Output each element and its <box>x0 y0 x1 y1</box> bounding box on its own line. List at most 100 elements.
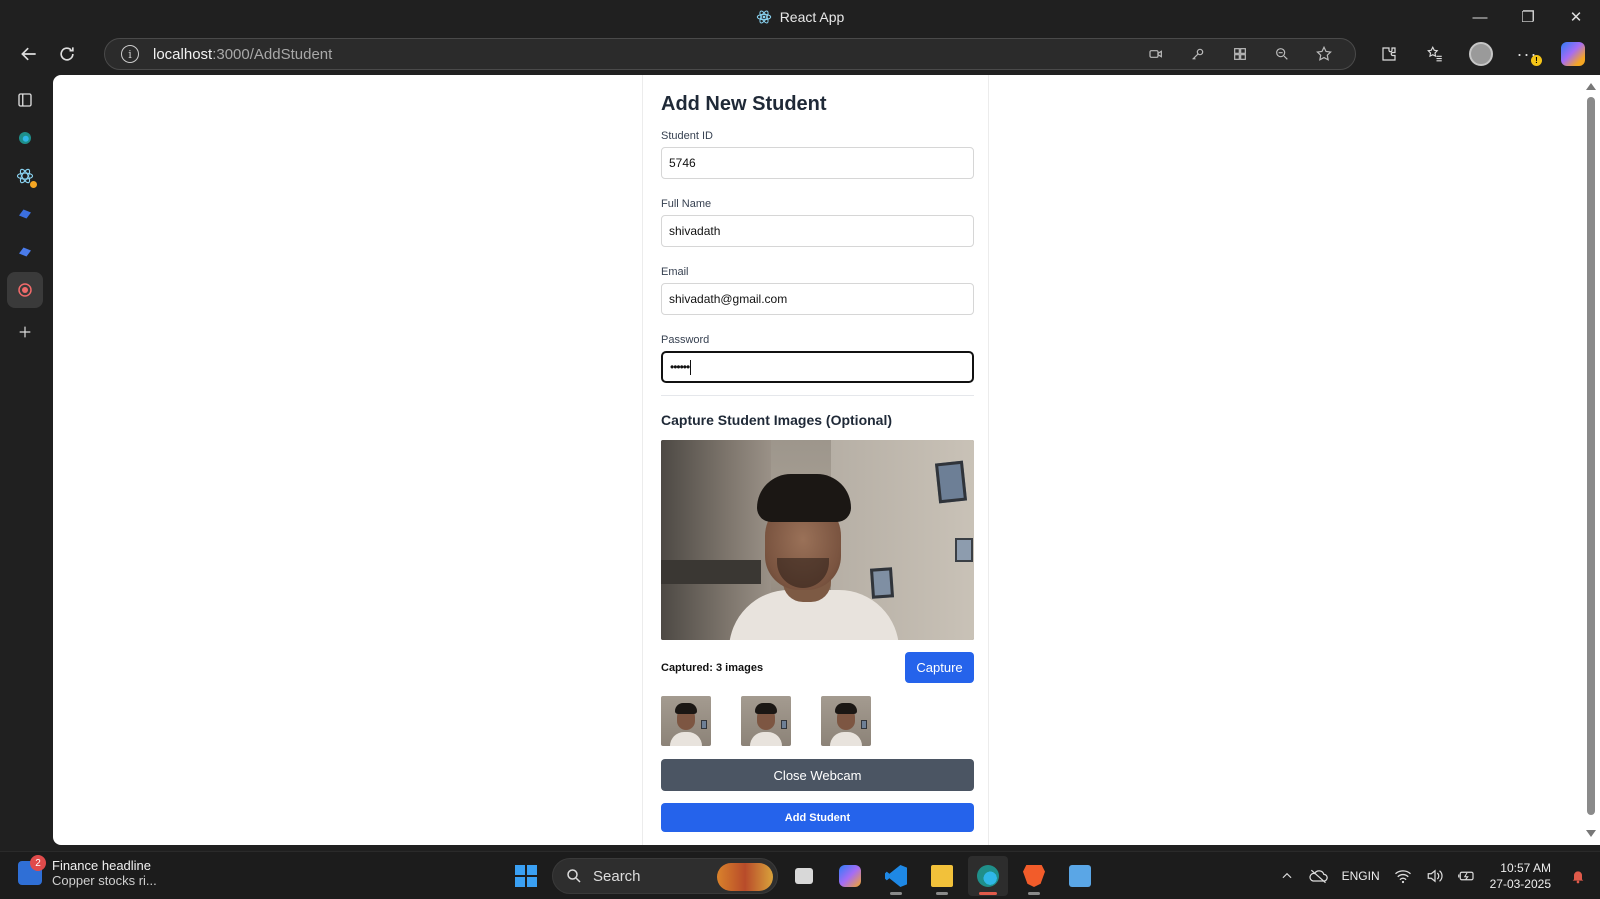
address-bar[interactable]: i localhost:3000/AddStudent <box>104 38 1356 70</box>
search-icon <box>567 869 581 883</box>
email-value: shivadath@gmail.com <box>669 292 788 306</box>
email-label: Email <box>661 266 689 278</box>
news-icon: 2 <box>18 855 46 885</box>
restore-button[interactable]: ❐ <box>1504 0 1552 34</box>
clock-date: 27-03-2025 <box>1489 877 1551 891</box>
react-icon[interactable] <box>7 158 43 194</box>
back-icon[interactable] <box>10 38 48 70</box>
notification-bell-icon[interactable] <box>1563 852 1600 899</box>
wifi-icon[interactable] <box>1387 852 1419 899</box>
refresh-icon[interactable] <box>48 38 86 70</box>
edge-browser-icon[interactable] <box>968 856 1008 896</box>
battery-icon[interactable] <box>1451 852 1483 899</box>
window-titlebar: React App — ❐ ✕ <box>0 0 1600 34</box>
page-viewport: Add New Student Student ID 5746 Full Nam… <box>53 75 1582 845</box>
react-icon <box>756 10 771 24</box>
tabs-icon[interactable] <box>7 82 43 118</box>
task-view-icon[interactable] <box>784 856 824 896</box>
lang-line1: ENG <box>1341 868 1368 883</box>
capture-heading: Capture Student Images (Optional) <box>661 412 893 428</box>
url-path: :3000/AddStudent <box>212 45 333 63</box>
edge-icon[interactable] <box>7 120 43 156</box>
email-group: Email shivadath@gmail.com <box>661 266 974 315</box>
taskbar: 2 Finance headline Copper stocks ri... S… <box>0 851 1600 899</box>
close-window-button[interactable]: ✕ <box>1552 0 1600 34</box>
browser-sidebar <box>0 74 50 850</box>
clock-time: 10:57 AM <box>1500 861 1551 875</box>
app-grid-icon[interactable] <box>1221 39 1259 69</box>
file-explorer-icon[interactable] <box>922 856 962 896</box>
window-title-text: React App <box>779 9 845 25</box>
system-tray: ENG IN 10:57 AM 27-03-2025 <box>1273 852 1600 899</box>
captured-thumbnail[interactable] <box>661 696 711 746</box>
browser-toolbar: i localhost:3000/AddStudent ··· ! <box>0 34 1600 74</box>
onedrive-icon[interactable] <box>1301 852 1335 899</box>
captured-count: Captured: 3 images <box>661 661 764 674</box>
vscode-icon[interactable] <box>876 856 916 896</box>
star-icon[interactable] <box>1305 39 1343 69</box>
minimize-button[interactable]: — <box>1456 0 1504 34</box>
news-badge: 2 <box>30 855 46 871</box>
scroll-down-icon[interactable] <box>1586 830 1596 837</box>
url-text[interactable]: localhost:3000/AddStudent <box>153 46 332 63</box>
language-indicator[interactable]: ENG IN <box>1335 852 1387 899</box>
student-id-input[interactable]: 5746 <box>661 147 974 179</box>
student-id-value: 5746 <box>669 156 696 170</box>
student-id-group: Student ID 5746 <box>661 130 974 179</box>
camera-icon[interactable] <box>1137 39 1175 69</box>
captured-thumbnail[interactable] <box>821 696 871 746</box>
profile-icon[interactable] <box>1458 34 1504 74</box>
zoom-out-icon[interactable] <box>1263 39 1301 69</box>
news-subtitle: Copper stocks ri... <box>52 873 157 888</box>
password-label: Password <box>661 334 710 346</box>
scroll-up-icon[interactable] <box>1586 83 1596 90</box>
add-student-form: Add New Student Student ID 5746 Full Nam… <box>642 75 989 845</box>
full-name-value: shivadath <box>669 224 721 238</box>
capture-row: Captured: 3 images Capture <box>661 652 974 683</box>
volume-icon[interactable] <box>1419 852 1451 899</box>
lang-line2: IN <box>1367 868 1380 883</box>
password-value: •••••• <box>670 360 690 374</box>
full-name-group: Full Name shivadath <box>661 198 974 247</box>
taskbar-search[interactable]: Search <box>552 858 778 894</box>
record-icon[interactable] <box>7 272 43 308</box>
full-name-input[interactable]: shivadath <box>661 215 974 247</box>
add-icon[interactable] <box>7 314 43 350</box>
close-webcam-button[interactable]: Close Webcam <box>661 759 974 791</box>
captured-thumbnails <box>661 696 970 746</box>
chevron-up-icon[interactable] <box>1273 852 1301 899</box>
copilot-app-icon[interactable] <box>830 856 870 896</box>
webcam-feed <box>661 440 974 640</box>
more-icon[interactable]: ··· ! <box>1504 34 1550 74</box>
student-id-label: Student ID <box>661 130 713 142</box>
tool-icon[interactable] <box>7 234 43 270</box>
favorites-icon[interactable] <box>1412 34 1458 74</box>
email-input[interactable]: shivadath@gmail.com <box>661 283 974 315</box>
window-title: React App <box>756 9 845 25</box>
notification-badge: ! <box>1531 55 1542 66</box>
url-host: localhost <box>153 45 213 63</box>
password-group: Password •••••• <box>661 334 974 383</box>
captured-thumbnail[interactable] <box>741 696 791 746</box>
info-icon[interactable]: i <box>121 45 139 63</box>
scrollbar-thumb[interactable] <box>1587 97 1595 815</box>
windows-start-icon[interactable] <box>506 856 546 896</box>
clock[interactable]: 10:57 AM 27-03-2025 <box>1483 852 1563 899</box>
capture-button[interactable]: Capture <box>905 652 974 683</box>
tool-icon[interactable] <box>7 196 43 232</box>
add-student-button[interactable]: Add Student <box>661 803 974 832</box>
news-widget[interactable]: 2 Finance headline Copper stocks ri... <box>18 855 157 888</box>
avatar <box>1469 42 1493 66</box>
text-caret <box>690 359 692 375</box>
page-scrollbar[interactable] <box>1582 75 1600 845</box>
copilot-icon[interactable] <box>1550 34 1596 74</box>
terminal-app-icon[interactable] <box>1060 856 1100 896</box>
page-title: Add New Student <box>661 93 827 115</box>
section-divider <box>661 395 974 396</box>
key-icon[interactable] <box>1179 39 1217 69</box>
password-input[interactable]: •••••• <box>661 351 974 383</box>
news-title: Finance headline <box>52 858 152 873</box>
brave-icon[interactable] <box>1014 856 1054 896</box>
full-name-label: Full Name <box>661 198 712 210</box>
extensions-icon[interactable] <box>1366 34 1412 74</box>
